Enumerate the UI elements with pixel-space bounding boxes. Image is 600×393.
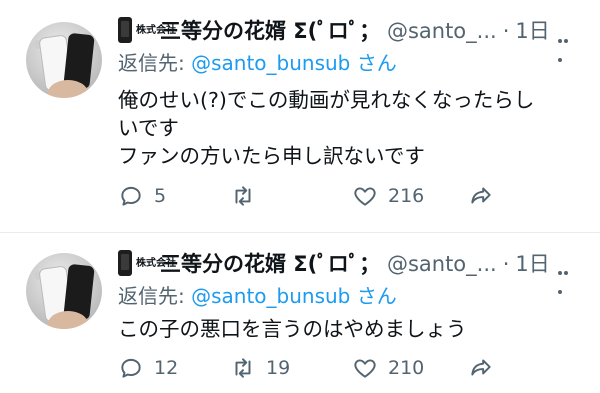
tweet-actions: 12 19 210 — [118, 353, 578, 383]
tweet[interactable]: 株式会社三等分の花婿 Σ(ﾟロﾟ； @santo_... · 1日 返信先: @sa… — [0, 233, 600, 393]
reply-button[interactable]: 5 — [118, 181, 166, 211]
user-handle[interactable]: @santo_... — [387, 252, 497, 276]
separator-dot: · — [502, 252, 510, 276]
retweet-count: 19 — [266, 357, 291, 379]
like-icon — [354, 187, 376, 206]
kabushiki-gaisha-glyph: 株式会社 — [136, 24, 176, 36]
reply-to-label: 返信先: — [118, 51, 185, 75]
tweet-header: 株式会社三等分の花婿 Σ(ﾟロﾟ； @santo_... · 1日 — [118, 247, 578, 281]
tweet-text: この子の悪口を言うのはやめましょう — [118, 315, 568, 343]
display-name[interactable]: 三等分の花婿 Σ(ﾟロﾟ； — [160, 252, 380, 276]
reply-to-line: 返信先: @santo_bunsub さん — [118, 48, 397, 78]
reply-icon — [121, 186, 141, 206]
reply-to-suffix: さん — [356, 284, 397, 308]
reply-to-handle-link[interactable]: @santo_bunsub — [191, 51, 350, 75]
like-count: 216 — [388, 185, 425, 207]
user-handle[interactable]: @santo_... — [387, 19, 497, 43]
like-button[interactable]: 216 — [352, 181, 424, 211]
avatar[interactable] — [26, 22, 102, 98]
share-icon — [471, 187, 491, 204]
timestamp[interactable]: 1日 — [515, 252, 549, 276]
phone-icon — [118, 250, 132, 276]
phone-icon — [118, 17, 132, 43]
retweet-icon — [235, 186, 251, 206]
retweet-button[interactable] — [230, 181, 266, 211]
reply-count: 5 — [154, 185, 167, 207]
tweet-text-line: いです — [118, 116, 179, 140]
separator-dot: · — [502, 19, 510, 43]
reply-icon — [121, 358, 141, 378]
reply-to-suffix: さん — [356, 51, 397, 75]
tweet-text-line: ファンの方いたら申し訳ないです — [118, 144, 425, 168]
reply-to-handle-link[interactable]: @santo_bunsub — [191, 284, 350, 308]
like-button[interactable]: 210 — [352, 353, 424, 383]
reply-count: 12 — [154, 357, 179, 379]
tweet-text-line: この子の悪口を言うのはやめましょう — [118, 317, 467, 341]
share-button[interactable] — [468, 181, 494, 211]
tweet-actions: 5 216 — [118, 181, 578, 211]
tweet-header: 株式会社三等分の花婿 Σ(ﾟロﾟ； @santo_... · 1日 — [118, 14, 578, 48]
avatar[interactable] — [26, 253, 102, 329]
display-name[interactable]: 三等分の花婿 Σ(ﾟロﾟ； — [160, 19, 380, 43]
like-icon — [354, 359, 376, 378]
retweet-button[interactable]: 19 — [230, 353, 290, 383]
kabushiki-gaisha-glyph: 株式会社 — [136, 257, 176, 269]
reply-to-line: 返信先: @santo_bunsub さん — [118, 281, 397, 311]
like-count: 210 — [388, 357, 425, 379]
tweet[interactable]: 株式会社三等分の花婿 Σ(ﾟロﾟ； @santo_... · 1日 返信先: @sa… — [0, 0, 600, 233]
reply-button[interactable]: 12 — [118, 353, 178, 383]
share-button[interactable] — [468, 353, 494, 383]
share-icon — [471, 359, 491, 376]
retweet-icon — [235, 358, 251, 378]
more-icon[interactable] — [558, 28, 574, 62]
reply-to-label: 返信先: — [118, 284, 185, 308]
tweet-text: 俺のせい(?)でこの動画が見れなくなったらし いです ファンの方いたら申し訳ない… — [118, 86, 568, 170]
more-icon[interactable] — [558, 260, 574, 294]
timestamp[interactable]: 1日 — [515, 19, 549, 43]
tweet-text-line: 俺のせい(?)でこの動画が見れなくなったらし — [118, 88, 535, 112]
